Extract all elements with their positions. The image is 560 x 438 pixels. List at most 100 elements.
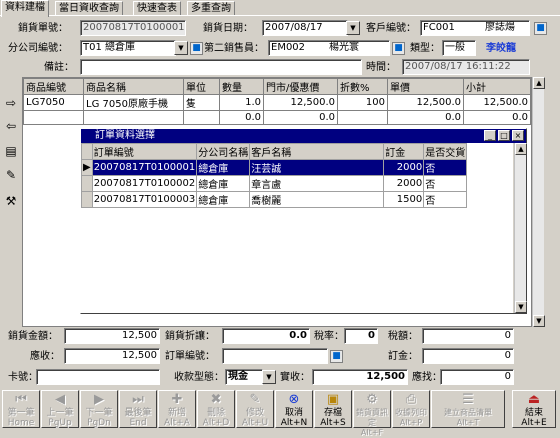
col-unit[interactable]: 單位	[183, 78, 220, 95]
cell[interactable]	[23, 110, 84, 125]
cell[interactable]	[337, 110, 388, 125]
cell[interactable]: 12,500.0	[463, 94, 531, 111]
next-record-button[interactable]: ▶ 下一筆 PgDn	[80, 390, 118, 428]
document-icon[interactable]: ▤	[2, 142, 20, 160]
cell[interactable]: 1.0	[219, 94, 264, 111]
edit-button[interactable]: ✎ 修改 Alt+U	[236, 390, 274, 428]
cell[interactable]: LG7050	[23, 94, 84, 111]
discount-field[interactable]: 0.0	[222, 328, 310, 344]
print-receipt-button[interactable]: ⎙ 收據列印 Alt+P	[392, 390, 430, 428]
customer-field[interactable]: FC001 廖誌煬	[420, 20, 530, 36]
cell[interactable]: 總倉庫	[196, 175, 251, 192]
col-order-no[interactable]: 訂單編號	[91, 143, 198, 160]
col-customer-name[interactable]: 客戶名稱	[249, 143, 385, 160]
cell[interactable]	[183, 110, 220, 125]
date-dropdown-button[interactable]: ▼	[346, 21, 360, 35]
type-field[interactable]: 一般	[442, 40, 476, 56]
customer-lookup-icon[interactable]: ■	[534, 22, 547, 35]
tax-rate-field[interactable]: 0	[344, 328, 378, 344]
tab-daily-query[interactable]: 當日資收查詢	[55, 1, 123, 16]
seller2-field[interactable]: EM002 楊光寰	[268, 40, 390, 56]
col-discount[interactable]: 折數%	[337, 78, 388, 95]
branch-field[interactable]: T01 總倉庫	[80, 40, 176, 56]
table-row[interactable]: 0.0 0.0 0.0 0.0	[23, 110, 531, 125]
note-field[interactable]	[80, 59, 362, 75]
scroll-up-icon[interactable]: ▲	[515, 143, 527, 155]
tab-quick-query[interactable]: 快速查表	[133, 1, 181, 16]
row-insert-icon[interactable]: ⇨	[2, 94, 20, 112]
prev-record-button[interactable]: ◀ 上一筆 PgUp	[41, 390, 79, 428]
tab-multi-query[interactable]: 多重查詢	[187, 1, 235, 16]
row-delete-icon[interactable]: ⇦	[2, 117, 20, 135]
close-icon[interactable]: ×	[512, 130, 524, 141]
branch-lookup-icon[interactable]: ■	[190, 42, 203, 55]
cell[interactable]: 20070817T0100003	[91, 191, 198, 208]
order-no-field[interactable]: 20070817T0100001	[80, 20, 186, 36]
order-lookup-icon[interactable]: ■	[330, 350, 343, 363]
scroll-up-icon[interactable]: ▲	[533, 77, 545, 89]
table-row[interactable]: 20070817T0100003 總倉庫 喬樹麗 1500 否	[81, 191, 468, 208]
branch-dropdown-button[interactable]: ▼	[174, 41, 188, 55]
col-price[interactable]: 門市/優惠價	[263, 78, 338, 95]
cell[interactable]: 12,500.0	[387, 94, 464, 111]
payment-type-select[interactable]: 現金	[225, 369, 263, 385]
cell[interactable]: 20070817T0100002	[91, 175, 198, 192]
cell[interactable]: 0.0	[387, 110, 464, 125]
table-row[interactable]: ▶ 20070817T0100001 總倉庫 汪芸誠 2000 否	[81, 159, 468, 176]
scroll-down-icon[interactable]: ▼	[533, 315, 545, 327]
order-link-field[interactable]	[222, 348, 328, 364]
card-field[interactable]	[36, 369, 160, 385]
cell[interactable]	[83, 110, 184, 125]
cell[interactable]: 0.0	[463, 110, 531, 125]
cell[interactable]: 隻	[183, 94, 220, 111]
cell[interactable]: 總倉庫	[196, 159, 251, 176]
branch-icon[interactable]: ⚒	[2, 192, 20, 210]
col-subtotal[interactable]: 小計	[463, 78, 531, 95]
col-branch-name[interactable]: 分公司名稱	[196, 143, 251, 160]
cell[interactable]: 否	[423, 159, 468, 176]
cell[interactable]: 2000	[383, 175, 425, 192]
cell[interactable]: 章言盧	[249, 175, 385, 192]
build-product-list-button[interactable]: ☰ 建立商品清單 Alt+T	[431, 390, 505, 428]
sales-settings-button[interactable]: ⚙ 銷貨資訊定 Alt+F	[353, 390, 391, 437]
minimize-icon[interactable]: _	[484, 130, 496, 141]
col-unit-price[interactable]: 單價	[387, 78, 464, 95]
cell[interactable]: 0.0	[219, 110, 264, 125]
col-deposit[interactable]: 訂金	[383, 143, 425, 160]
seller2-lookup-icon[interactable]: ■	[392, 42, 405, 55]
col-delivered[interactable]: 是否交貨	[423, 143, 468, 160]
cancel-button[interactable]: ⊗ 取消 Alt+N	[275, 390, 313, 428]
table-row[interactable]: 20070817T0100002 總倉庫 章言盧 2000 否	[81, 175, 468, 192]
table-row[interactable]: LG7050 LG 7050原廠手機 隻 1.0 12,500.0 100 12…	[23, 94, 531, 111]
delete-button[interactable]: ✖ 刪除 Alt+D	[197, 390, 235, 428]
col-item-code[interactable]: 商品編號	[23, 78, 84, 95]
tab-data-entry[interactable]: 資料建檔	[1, 0, 49, 17]
last-record-button[interactable]: ⏭ 最後筆 End	[119, 390, 157, 428]
cell[interactable]: LG 7050原廠手機	[83, 94, 184, 111]
dialog-scrollbar[interactable]: ▲ ▼	[514, 143, 527, 313]
col-item-name[interactable]: 商品名稱	[83, 78, 184, 95]
cell[interactable]: 100	[337, 94, 388, 111]
note-icon[interactable]: ✎	[2, 166, 20, 184]
date-field[interactable]: 2007/08/17	[262, 20, 348, 36]
cell[interactable]: 否	[423, 175, 468, 192]
items-scrollbar[interactable]: ▲ ▼	[532, 77, 545, 327]
payment-type-dropdown-button[interactable]: ▼	[262, 370, 276, 384]
cell[interactable]: 總倉庫	[196, 191, 251, 208]
cell[interactable]: 1500	[383, 191, 425, 208]
maximize-icon[interactable]: □	[498, 130, 510, 141]
cell[interactable]: 12,500.0	[263, 94, 338, 111]
cell[interactable]: 0.0	[263, 110, 338, 125]
received-field[interactable]: 12,500	[312, 369, 408, 385]
col-qty[interactable]: 數量	[219, 78, 264, 95]
cell[interactable]: 2000	[383, 159, 425, 176]
first-record-button[interactable]: ⏮ 第一筆 Home	[2, 390, 40, 428]
cell[interactable]: 否	[423, 191, 468, 208]
add-button[interactable]: ✚ 新增 Alt+A	[158, 390, 196, 428]
exit-button[interactable]: ⏏ 結束 Alt+E	[512, 390, 556, 428]
cell[interactable]: 20070817T0100001	[91, 159, 198, 176]
save-button[interactable]: ▣ 存檔 Alt+S	[314, 390, 352, 428]
cell[interactable]: 汪芸誠	[249, 159, 385, 176]
cell[interactable]: 喬樹麗	[249, 191, 385, 208]
scroll-down-icon[interactable]: ▼	[515, 301, 527, 313]
